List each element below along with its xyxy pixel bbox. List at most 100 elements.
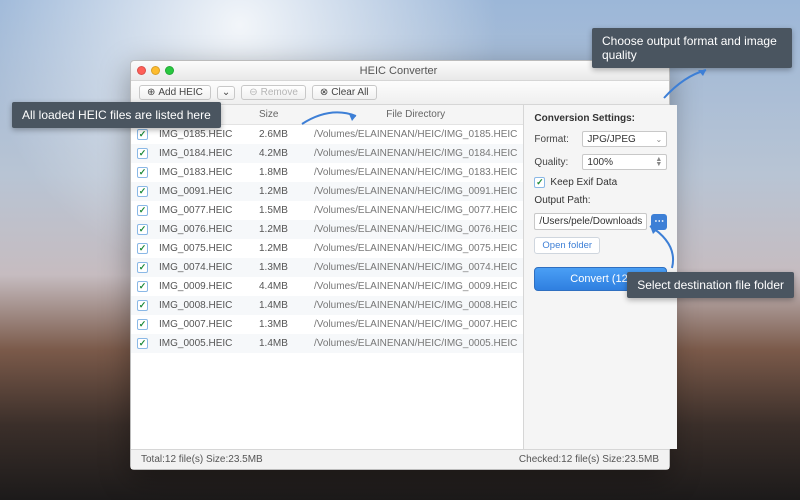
checkbox-checked-icon[interactable]: ✓	[137, 338, 148, 349]
chevron-down-icon: ⌄	[222, 88, 230, 98]
checkbox-checked-icon[interactable]: ✓	[137, 148, 148, 159]
file-directory: /Volumes/ELAINENAN/HEIC/IMG_0184.HEIC	[308, 144, 523, 163]
file-size: 1.8MB	[253, 163, 308, 182]
file-directory: /Volumes/ELAINENAN/HEIC/IMG_0007.HEIC	[308, 315, 523, 334]
window-title: HEIC Converter	[174, 65, 623, 77]
zoom-icon[interactable]	[165, 66, 174, 75]
status-checked: Checked:12 file(s) Size:23.5MB	[519, 454, 659, 465]
file-rows: ✓IMG_0185.HEIC2.6MB/Volumes/ELAINENAN/HE…	[131, 125, 523, 449]
file-name: IMG_0183.HEIC	[153, 163, 253, 182]
table-row[interactable]: ✓IMG_0005.HEIC1.4MB/Volumes/ELAINENAN/HE…	[131, 334, 523, 353]
table-row[interactable]: ✓ IMG_0077.HEIC1.5MB/Volumes/ELAINENAN/HE…	[131, 201, 523, 220]
file-name: IMG_0074.HEIC	[153, 258, 253, 277]
file-size: 1.4MB	[253, 334, 308, 353]
file-size: 1.3MB	[253, 315, 308, 334]
format-select[interactable]: JPG/JPEG ⌄	[582, 131, 667, 147]
file-directory: /Volumes/ELAINENAN/HEIC/IMG_0091.HEIC	[308, 182, 523, 201]
file-name: IMG_0009.HEIC	[153, 277, 253, 296]
file-directory: /Volumes/ELAINENAN/HEIC/IMG_0074.HEIC	[308, 258, 523, 277]
remove-button[interactable]: ⊖ Remove	[241, 85, 306, 100]
titlebar[interactable]: HEIC Converter	[131, 61, 669, 81]
table-row[interactable]: ✓ IMG_0074.HEIC1.3MB/Volumes/ELAINENAN/HE…	[131, 258, 523, 277]
file-size: 4.4MB	[253, 277, 308, 296]
open-folder-button[interactable]: Open folder	[534, 237, 600, 254]
file-list-pane: Name Size File Directory ✓IMG_0185.HEIC2…	[131, 105, 524, 449]
file-name: IMG_0075.HEIC	[153, 239, 253, 258]
clear-all-label: Clear All	[331, 87, 368, 98]
table-row[interactable]: ✓ IMG_0007.HEIC1.3MB/Volumes/ELAINENAN/HE…	[131, 315, 523, 334]
close-icon[interactable]	[137, 66, 146, 75]
file-name: IMG_0076.HEIC	[153, 220, 253, 239]
checkbox-checked-icon[interactable]: ✓	[137, 186, 148, 197]
file-name: IMG_0005.HEIC	[153, 334, 253, 353]
file-directory: /Volumes/ELAINENAN/HEIC/IMG_0075.HEIC	[308, 239, 523, 258]
checkbox-checked-icon[interactable]: ✓	[534, 177, 545, 188]
table-row[interactable]: ✓ IMG_0076.HEIC1.2MB/Volumes/ELAINENAN/HE…	[131, 220, 523, 239]
ellipsis-icon: ⋯	[654, 216, 664, 227]
table-row[interactable]: ✓ IMG_0091.HEIC1.2MB/Volumes/ELAINENAN/HE…	[131, 182, 523, 201]
minimize-icon[interactable]	[151, 66, 160, 75]
col-dir[interactable]: File Directory	[308, 105, 523, 124]
plus-icon: ⊕	[147, 88, 155, 98]
file-name: IMG_0184.HEIC	[153, 144, 253, 163]
checkbox-checked-icon[interactable]: ✓	[137, 319, 148, 330]
file-name: IMG_0091.HEIC	[153, 182, 253, 201]
file-size: 2.6MB	[253, 125, 308, 144]
col-size[interactable]: Size	[253, 105, 308, 124]
format-row: Format: JPG/JPEG ⌄	[534, 131, 667, 147]
file-name: IMG_0077.HEIC	[153, 201, 253, 220]
file-size: 1.4MB	[253, 296, 308, 315]
quality-stepper[interactable]: 100% ▲▼	[582, 154, 667, 170]
content-area: Name Size File Directory ✓IMG_0185.HEIC2…	[131, 105, 669, 449]
file-size: 1.2MB	[253, 239, 308, 258]
remove-label: Remove	[261, 87, 298, 98]
file-size: 4.2MB	[253, 144, 308, 163]
file-directory: /Volumes/ELAINENAN/HEIC/IMG_0185.HEIC	[308, 125, 523, 144]
file-directory: /Volumes/ELAINENAN/HEIC/IMG_0077.HEIC	[308, 201, 523, 220]
output-path-row: /Users/pele/Downloads ⋯	[534, 213, 667, 230]
browse-button[interactable]: ⋯	[651, 214, 667, 230]
checkbox-checked-icon[interactable]: ✓	[137, 167, 148, 178]
checkbox-checked-icon[interactable]: ✓	[137, 300, 148, 311]
table-row[interactable]: ✓ IMG_0008.HEIC1.4MB/Volumes/ELAINENAN/HE…	[131, 296, 523, 315]
quality-row: Quality: 100% ▲▼	[534, 154, 667, 170]
file-size: 1.5MB	[253, 201, 308, 220]
table-row[interactable]: ✓ IMG_0184.HEIC4.2MB/Volumes/ELAINENAN/HE…	[131, 144, 523, 163]
stepper-icon: ▲▼	[655, 157, 662, 167]
file-name: IMG_0007.HEIC	[153, 315, 253, 334]
quality-label: Quality:	[534, 157, 576, 168]
checkbox-checked-icon[interactable]: ✓	[137, 262, 148, 273]
format-value: JPG/JPEG	[587, 134, 635, 145]
keep-exif-row[interactable]: ✓ Keep Exif Data	[534, 177, 667, 188]
keep-exif-label: Keep Exif Data	[550, 177, 617, 188]
file-directory: /Volumes/ELAINENAN/HEIC/IMG_0008.HEIC	[308, 296, 523, 315]
status-bar: Total:12 file(s) Size:23.5MB Checked:12 …	[131, 449, 669, 469]
output-path-label: Output Path:	[534, 195, 667, 206]
file-size: 1.2MB	[253, 182, 308, 201]
file-size: 1.2MB	[253, 220, 308, 239]
checkbox-checked-icon[interactable]: ✓	[137, 281, 148, 292]
clear-all-button[interactable]: ⊗ Clear All	[312, 85, 377, 100]
settings-title: Conversion Settings:	[534, 113, 667, 124]
file-name: IMG_0008.HEIC	[153, 296, 253, 315]
table-row[interactable]: ✓IMG_0009.HEIC4.4MB/Volumes/ELAINENAN/HE…	[131, 277, 523, 296]
minus-icon: ⊖	[249, 88, 257, 98]
file-size: 1.3MB	[253, 258, 308, 277]
add-dropdown[interactable]: ⌄	[217, 86, 235, 100]
chevron-down-icon: ⌄	[656, 135, 663, 144]
checkbox-checked-icon[interactable]: ✓	[137, 205, 148, 216]
clear-icon: ⊗	[320, 88, 328, 98]
file-directory: /Volumes/ELAINENAN/HEIC/IMG_0076.HEIC	[308, 220, 523, 239]
table-row[interactable]: ✓ IMG_0075.HEIC1.2MB/Volumes/ELAINENAN/HE…	[131, 239, 523, 258]
checkbox-checked-icon[interactable]: ✓	[137, 224, 148, 235]
add-heic-button[interactable]: ⊕ Add HEIC	[139, 85, 211, 100]
table-row[interactable]: ✓IMG_0183.HEIC1.8MB/Volumes/ELAINENAN/HE…	[131, 163, 523, 182]
callout-bottom-right: Select destination file folder	[627, 272, 794, 298]
callout-left: All loaded HEIC files are listed here	[12, 102, 221, 128]
checkbox-checked-icon[interactable]: ✓	[137, 129, 148, 140]
checkbox-checked-icon[interactable]: ✓	[137, 243, 148, 254]
window-controls	[137, 66, 174, 75]
quality-value: 100%	[587, 157, 613, 168]
format-label: Format:	[534, 134, 576, 145]
output-path-field[interactable]: /Users/pele/Downloads	[534, 213, 647, 230]
